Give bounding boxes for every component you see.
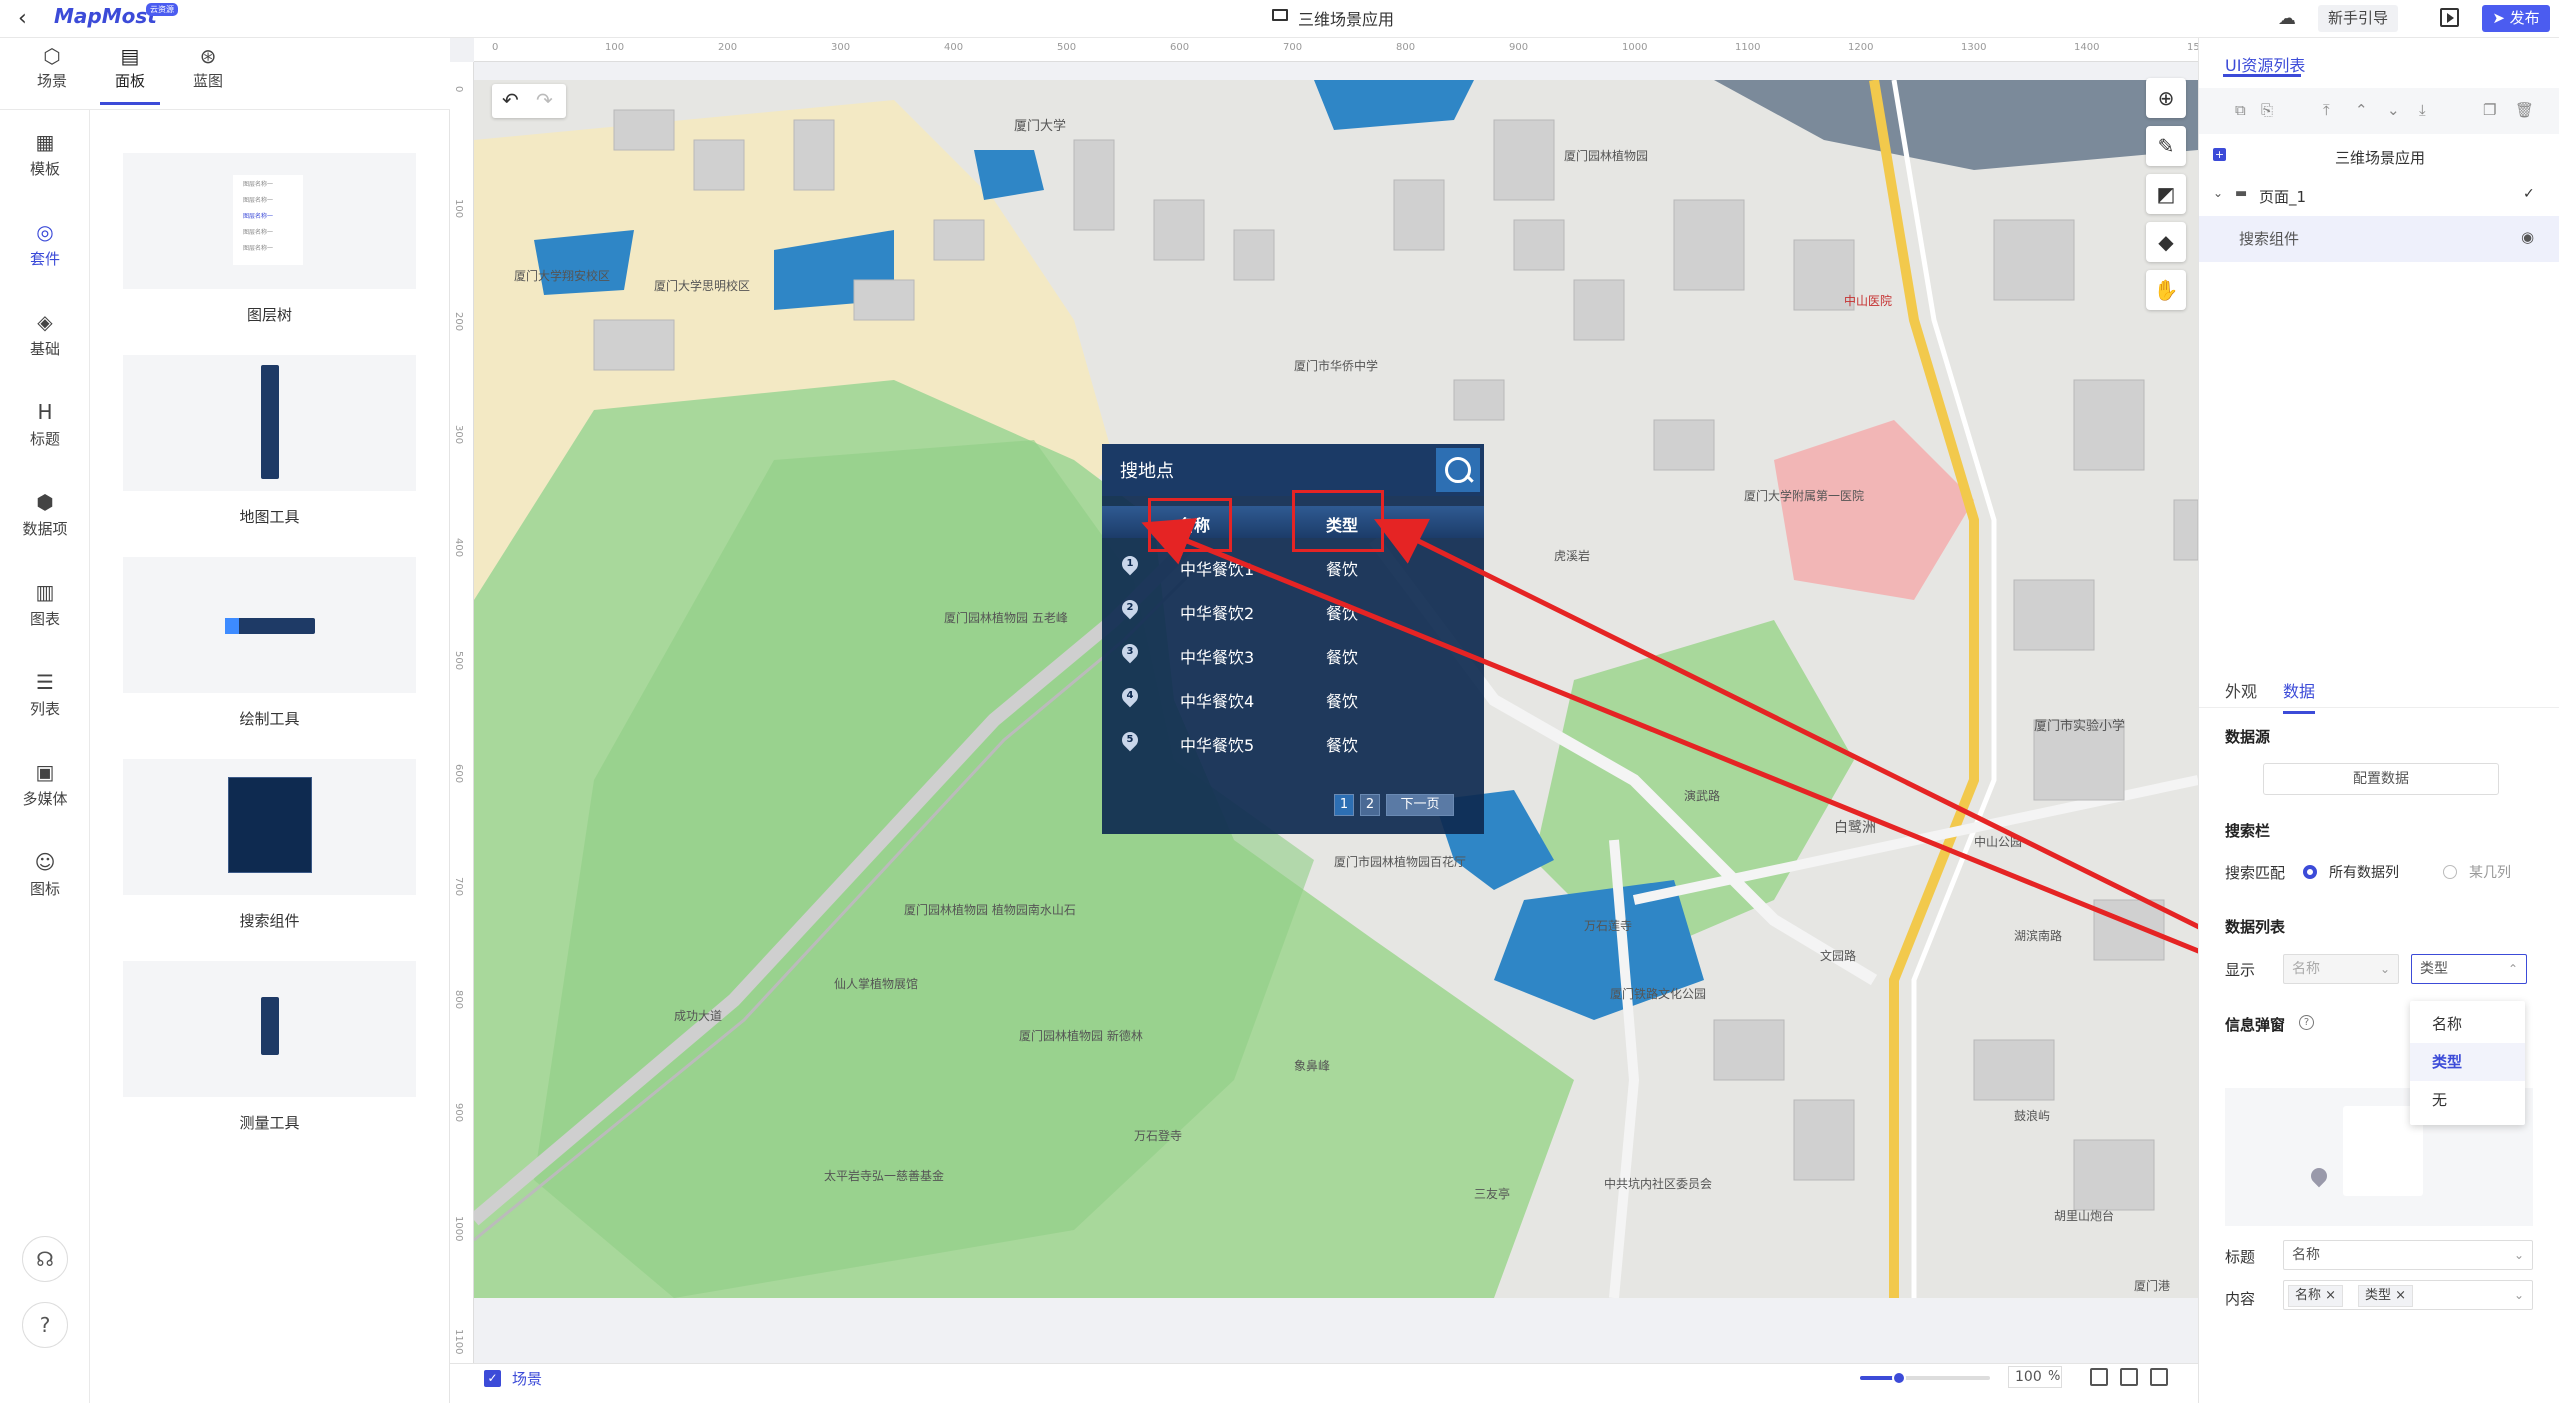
dropdown-option-type[interactable]: 类型 <box>2410 1043 2525 1081</box>
display-column-2-select[interactable]: 类型 ⌃ <box>2411 954 2527 984</box>
section-search-bar: 搜索栏 <box>2225 822 2271 840</box>
chevron-down-icon: ⌄ <box>2513 1248 2524 1262</box>
content-tag-label: 名称 <box>2295 1288 2322 1303</box>
location-pin-icon <box>2307 1164 2331 1188</box>
help-circle-icon[interactable]: ? <box>2299 1015 2314 1030</box>
add-icon[interactable]: + <box>2213 148 2226 161</box>
folder-icon: ▬ <box>2235 186 2248 201</box>
display-column-dropdown: 名称 类型 无 <box>2410 1001 2525 1125</box>
title-field-select[interactable]: 名称 ⌄ <box>2283 1240 2533 1270</box>
dropdown-option-none[interactable]: 无 <box>2410 1081 2525 1119</box>
tree-root[interactable]: + 三维场景应用 <box>2199 138 2559 176</box>
content-tag-label: 类型 <box>2365 1288 2392 1303</box>
display-column-1-value: 名称 <box>2292 961 2320 977</box>
display-label: 显示 <box>2225 961 2256 979</box>
layer-toolbar: ⧉ ⎘ ⤒ ⌃ ⌄ ⤓ ❐ 🗑 <box>2199 88 2559 134</box>
content-tag[interactable]: 名称 × <box>2288 1285 2344 1307</box>
app-root: { "topbar": { "logo": "MapMost", "logo_b… <box>0 0 2559 1403</box>
copy-icon[interactable]: ⧉ <box>2235 101 2246 119</box>
section-info-popup: 信息弹窗 <box>2225 1016 2286 1034</box>
radio-some-columns[interactable] <box>2443 865 2457 879</box>
chevron-up-icon: ⌃ <box>2507 962 2518 976</box>
chevron-down-icon[interactable]: ⌄ <box>2213 186 2223 200</box>
search-match-label: 搜索匹配 <box>2225 864 2286 882</box>
fullscreen-icon[interactable] <box>2150 1368 2168 1386</box>
tree-page-label: 页面_1 <box>2259 188 2307 206</box>
property-tabs: 外观 数据 <box>2199 668 2559 714</box>
delete-icon[interactable]: 🗑 <box>2515 101 2534 119</box>
zoom-unit: % <box>2048 1369 2061 1384</box>
chevron-down-icon: ⌄ <box>2513 1288 2524 1302</box>
move-top-icon[interactable]: ⤒ <box>2323 101 2330 119</box>
zoom-slider[interactable] <box>1860 1371 1990 1385</box>
resource-list-title[interactable]: UI资源列表 <box>2225 52 2305 76</box>
content-tag[interactable]: 类型 × <box>2358 1285 2414 1307</box>
right-panel: UI资源列表 ⧉ ⎘ ⤒ ⌃ ⌄ ⤓ ❐ 🗑 + 三维场景应用 ⌄ ▬ 页面_1… <box>2198 38 2559 1403</box>
zoom-slider-handle[interactable] <box>1892 1371 1906 1385</box>
radio-some-columns-label: 某几列 <box>2469 865 2511 881</box>
title-field-value: 名称 <box>2292 1247 2320 1263</box>
content-field-label: 内容 <box>2225 1290 2256 1308</box>
annotation-arrows <box>1141 518 2474 1065</box>
tree-page-item[interactable]: ⌄ ▬ 页面_1 ✓ <box>2199 177 2559 215</box>
tree-component-item[interactable]: 搜索组件 ◉ <box>2199 216 2559 262</box>
eye-icon[interactable]: ◉ <box>2521 228 2534 246</box>
display-column-2-value: 类型 <box>2420 961 2448 977</box>
tree-component-label: 搜索组件 <box>2239 230 2300 248</box>
move-down-icon[interactable]: ⌄ <box>2387 101 2400 119</box>
section-data-list: 数据列表 <box>2225 918 2286 936</box>
move-up-icon[interactable]: ⌃ <box>2355 101 2368 119</box>
duplicate-icon[interactable]: ❐ <box>2483 101 2496 119</box>
radio-all-columns-label: 所有数据列 <box>2329 865 2399 881</box>
scene-label: 场景 <box>512 1370 543 1388</box>
content-field-multiselect[interactable]: 名称 × 类型 × ⌄ <box>2283 1280 2533 1310</box>
title-field-label: 标题 <box>2225 1248 2256 1266</box>
move-bottom-icon[interactable]: ⤓ <box>2419 101 2426 119</box>
check-icon: ✓ <box>2523 186 2535 202</box>
fit-screen-icon[interactable] <box>2120 1368 2138 1386</box>
radio-all-columns[interactable] <box>2303 865 2317 879</box>
section-data-source: 数据源 <box>2225 728 2271 746</box>
chevron-down-icon: ⌄ <box>2379 962 2390 976</box>
tab-appearance[interactable]: 外观 <box>2225 678 2257 702</box>
dropdown-option-name[interactable]: 名称 <box>2410 1005 2525 1043</box>
display-column-1-select[interactable]: 名称 ⌄ <box>2283 954 2399 984</box>
tree-root-label: 三维场景应用 <box>2335 149 2426 167</box>
scene-checkbox[interactable]: ✓ <box>484 1370 501 1387</box>
config-data-button[interactable]: 配置数据 <box>2263 763 2499 795</box>
paste-icon[interactable]: ⎘ <box>2261 101 2273 119</box>
title-underline <box>2223 74 2301 77</box>
canvas-bottom-bar <box>450 1363 2198 1403</box>
tab-data[interactable]: 数据 <box>2283 678 2316 714</box>
fit-width-icon[interactable] <box>2090 1368 2108 1386</box>
